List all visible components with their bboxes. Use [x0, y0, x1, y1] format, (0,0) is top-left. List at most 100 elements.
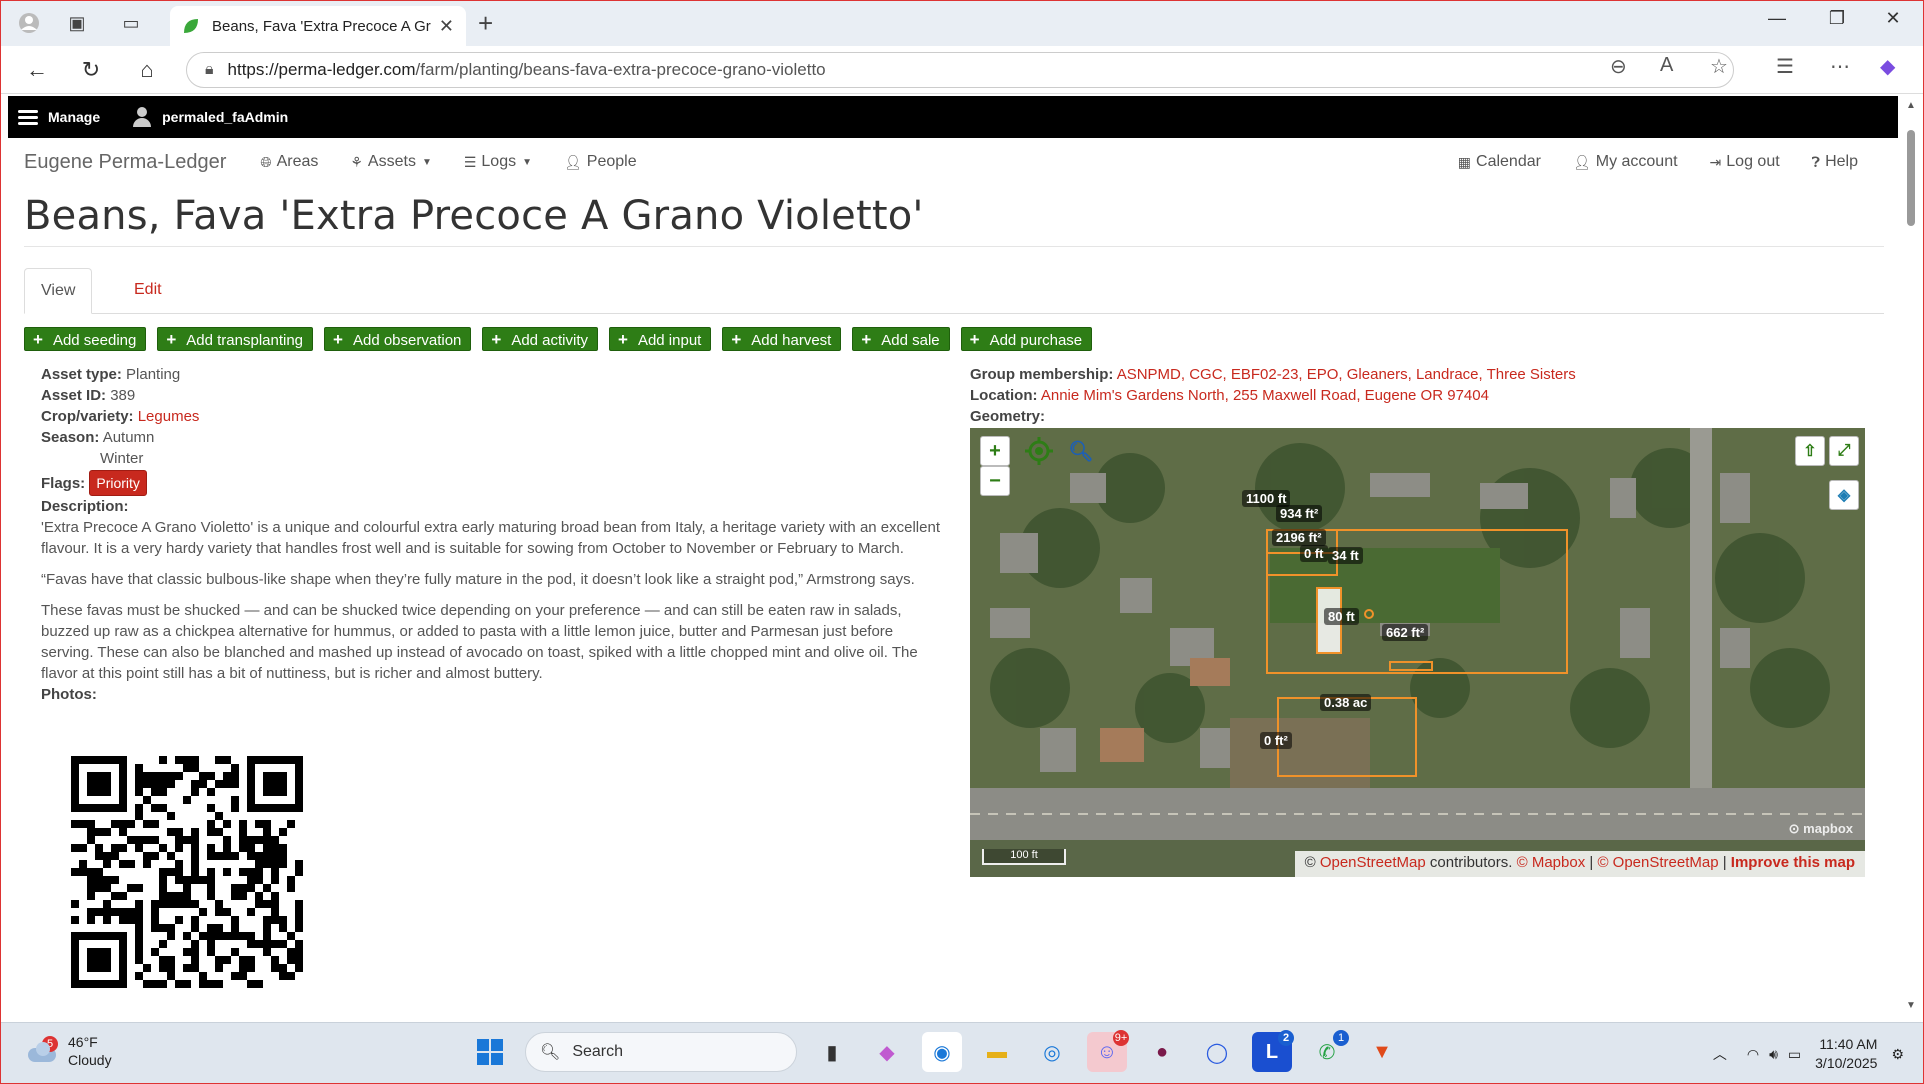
nav-people[interactable]: 👤︎ People	[564, 153, 637, 171]
nav-calendar[interactable]: ▦ Calendar	[1458, 153, 1541, 171]
add-purchase-button[interactable]: + Add purchase	[960, 327, 1093, 351]
mapbox-logo[interactable]: ⊙ mapbox	[1789, 821, 1853, 837]
nav-assets[interactable]: ⚘ Assets ▼	[350, 153, 431, 171]
edge-browser-icon[interactable]: ◉	[922, 1032, 962, 1072]
tab-active[interactable]: Beans, Fava 'Extra Precoce A Gran ✕	[170, 6, 466, 46]
map-search-icon[interactable]: 🔍︎	[1066, 436, 1096, 466]
copilot-icon[interactable]: ◆	[1880, 54, 1895, 79]
geolocate-icon[interactable]	[1024, 436, 1054, 466]
task-view-icon[interactable]: ▮	[812, 1032, 852, 1072]
notification-icon[interactable]: ⚙	[1891, 1046, 1904, 1063]
weather-widget[interactable]: 5 46°F Cloudy	[26, 1033, 112, 1069]
nav-logout[interactable]: ⇥ Log out	[1710, 153, 1780, 171]
favorite-star-icon[interactable]: ☆	[1710, 54, 1728, 79]
tray-chevron-icon[interactable]: ︿	[1713, 1044, 1727, 1064]
location-link[interactable]: Annie Mim's Gardens North, 255 Maxwell R…	[1041, 387, 1489, 404]
geometry-map[interactable]: + − 🔍︎ ⇧ ⤢ ◈ 1100 ft 934 ft² 2196 ft² 0 …	[970, 428, 1865, 877]
file-explorer-icon[interactable]: ▬	[977, 1032, 1017, 1072]
layers-icon[interactable]: ◈	[1829, 480, 1859, 510]
zoom-out-icon[interactable]: ⊖	[1610, 54, 1627, 79]
reload-icon[interactable]: ↻	[76, 56, 106, 84]
app-circle-icon[interactable]: ●	[1142, 1032, 1182, 1072]
zoom-out-button[interactable]: −	[980, 466, 1010, 496]
start-windows-icon[interactable]	[470, 1032, 510, 1072]
scroll-up-icon[interactable]: ▲	[1906, 100, 1916, 111]
profile-icon[interactable]	[14, 9, 44, 37]
nav-my-account[interactable]: 👤︎ My account	[1573, 153, 1678, 171]
tab-close-icon[interactable]: ✕	[439, 16, 454, 37]
back-icon[interactable]: ←	[22, 56, 52, 84]
add-seeding-button[interactable]: + Add seeding	[24, 327, 147, 351]
add-transplanting-button[interactable]: + Add transplanting	[157, 327, 314, 351]
add-input-button[interactable]: + Add input	[609, 327, 712, 351]
tab-edit[interactable]: Edit	[118, 268, 178, 314]
plus-icon: +	[618, 330, 628, 349]
fullscreen-icon[interactable]: ⤢	[1829, 436, 1859, 466]
nav-areas[interactable]: 🌐︎ Areas	[260, 153, 318, 171]
nav-assets-label: Assets	[367, 153, 416, 170]
user-menu[interactable]: permaled_faAdmin	[132, 107, 288, 127]
close-window-button[interactable]: ✕	[1870, 8, 1916, 29]
manage-menu[interactable]: Manage	[18, 107, 100, 128]
group-links[interactable]: ASNPMD, CGC, EBF02-23, EPO, Gleaners, La…	[1117, 366, 1576, 383]
clock[interactable]: 11:40 AM 3/10/2025	[1815, 1035, 1877, 1073]
zoom-in-button[interactable]: +	[980, 436, 1010, 466]
add-sale-button[interactable]: + Add sale	[852, 327, 950, 351]
plus-icon: +	[166, 330, 177, 349]
scroll-thumb[interactable]	[1907, 130, 1915, 226]
vertical-tabs-icon[interactable]: ▭	[116, 9, 146, 37]
action-label: Add harvest	[751, 331, 832, 349]
clock-date: 3/10/2025	[1815, 1055, 1878, 1071]
add-observation-button[interactable]: + Add observation	[324, 327, 472, 351]
tab-view[interactable]: View	[24, 268, 93, 314]
attrib-mapbox-link[interactable]: © Mapbox	[1517, 854, 1586, 871]
description-paragraph: These favas must be shucked — and can be…	[41, 602, 918, 682]
title-divider	[24, 246, 1884, 247]
discord-icon[interactable]: ☺ 9+	[1087, 1030, 1129, 1072]
minimize-button[interactable]: —	[1754, 8, 1800, 29]
crop-link[interactable]: Legumes	[138, 408, 200, 425]
nav-logs-label: Logs	[481, 153, 517, 170]
asset-id-row: Asset ID: 389	[41, 385, 941, 406]
nav-logs[interactable]: ☰ Logs ▼	[464, 153, 532, 171]
wifi-icon[interactable]: ◠	[1747, 1046, 1759, 1063]
measurement-label: 2196 ft²	[1272, 529, 1326, 546]
signal-icon[interactable]: ◯	[1197, 1032, 1237, 1072]
battery-icon[interactable]: ▭	[1788, 1046, 1801, 1063]
new-tab-button[interactable]: +	[478, 8, 493, 39]
more-menu-icon[interactable]: ⋯	[1830, 54, 1850, 79]
globe-icon: 🌐︎	[260, 153, 272, 170]
taskbar-search[interactable]: 🔍︎ Search	[525, 1032, 797, 1072]
attrib-osm2-link[interactable]: © OpenStreetMap	[1597, 854, 1718, 871]
whatsapp-icon[interactable]: ✆ 1	[1307, 1030, 1349, 1072]
maximize-button[interactable]: ❐	[1814, 8, 1860, 29]
copilot-app-icon[interactable]: ◆	[867, 1032, 907, 1072]
weather-temp: 46°F	[68, 1034, 98, 1050]
home-icon[interactable]: ⌂	[132, 56, 162, 84]
l-app-icon[interactable]: L2	[1252, 1030, 1294, 1072]
address-bar[interactable]: 🔒︎ https://perma-ledger.com/farm/plantin…	[186, 52, 1734, 88]
geometry-label: Geometry:	[970, 408, 1046, 425]
read-aloud-icon[interactable]: A	[1660, 54, 1673, 77]
nav-help[interactable]: ❓︎ Help	[1812, 153, 1858, 171]
favorites-icon[interactable]: ☰	[1776, 54, 1794, 79]
help-icon: ❓︎	[1811, 153, 1821, 170]
search-icon: 🔍︎	[540, 1044, 561, 1061]
site-brand[interactable]: Eugene Perma-Ledger	[24, 151, 226, 174]
scroll-down-icon[interactable]: ▼	[1906, 1000, 1916, 1011]
qr-code-photo[interactable]	[45, 730, 328, 1013]
brave-browser-icon[interactable]: ▼	[1362, 1032, 1402, 1072]
add-activity-button[interactable]: + Add activity	[482, 327, 599, 351]
improve-map-link[interactable]: Improve this map	[1731, 854, 1855, 871]
page-scrollbar[interactable]: ▲ ▼	[1904, 96, 1918, 1016]
export-icon[interactable]: ⇧	[1795, 436, 1825, 466]
volume-icon[interactable]: 🔊︎	[1769, 1046, 1778, 1063]
map-scale-bar: 100 ft	[982, 849, 1066, 865]
attrib-osm-link[interactable]: OpenStreetMap	[1320, 854, 1426, 871]
store-app-icon[interactable]: ◎	[1032, 1032, 1072, 1072]
flags-row: Flags: Priority	[41, 470, 941, 496]
add-harvest-button[interactable]: + Add harvest	[722, 327, 842, 351]
measurement-label: 0 ft²	[1260, 732, 1292, 749]
workspaces-icon[interactable]: ▣	[62, 9, 92, 37]
hamburger-icon	[18, 107, 38, 128]
